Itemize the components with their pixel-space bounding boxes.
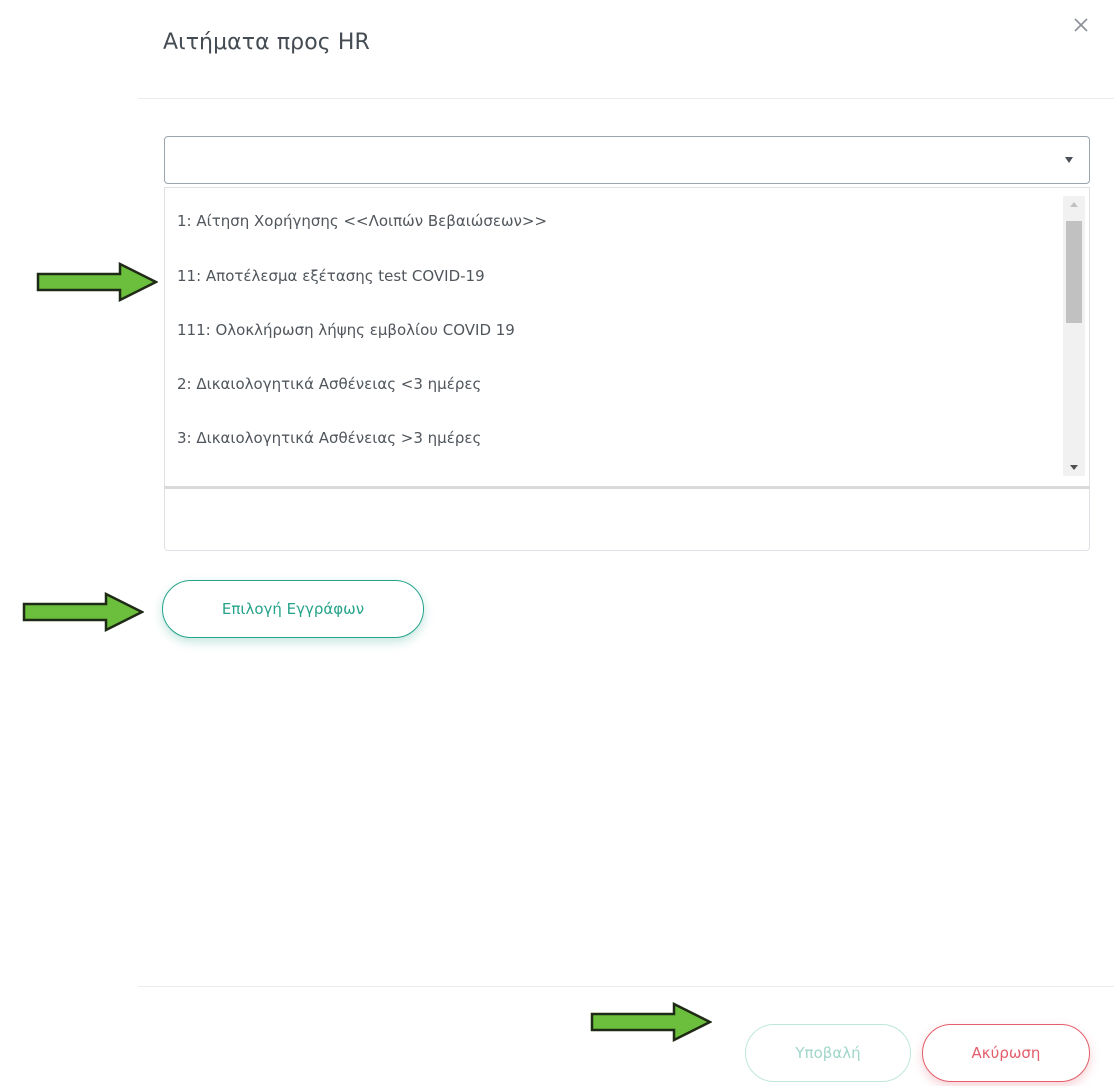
dropdown-scrollbar[interactable]	[1063, 196, 1085, 476]
modal-title: Αιτήματα προς HR	[163, 30, 370, 55]
green-arrow-icon	[590, 1002, 712, 1042]
dropdown-option[interactable]: 11: Αποτέλεσμα εξέτασης test COVID-19	[177, 267, 485, 285]
dropdown-option[interactable]: 1: Αίτηση Χορήγησης <<Λοιπών Βεβαιώσεων>…	[177, 212, 547, 230]
green-arrow-icon	[22, 592, 144, 632]
caret-down-icon[interactable]	[1065, 157, 1073, 163]
select-documents-button[interactable]: Επιλογή Εγγράφων	[162, 580, 424, 638]
scroll-thumb[interactable]	[1066, 221, 1082, 323]
scroll-up-arrow-icon[interactable]	[1070, 202, 1078, 207]
scroll-down-arrow-icon[interactable]	[1070, 465, 1078, 470]
request-type-dropdown: 1: Αίτηση Χορήγησης <<Λοιπών Βεβαιώσεων>…	[164, 187, 1090, 489]
footer-divider	[138, 986, 1114, 987]
header-divider	[138, 98, 1114, 99]
close-button[interactable]	[1068, 12, 1094, 38]
close-icon	[1074, 18, 1088, 32]
cancel-button[interactable]: Ακύρωση	[922, 1024, 1090, 1082]
green-arrow-icon	[36, 262, 158, 302]
dropdown-option[interactable]: 111: Ολοκλήρωση λήψης εμβολίου COVID 19	[177, 321, 515, 339]
dropdown-option[interactable]: 2: Δικαιολογητικά Ασθένειας <3 ημέρες	[177, 375, 481, 393]
request-type-select[interactable]	[164, 136, 1090, 184]
comments-textarea[interactable]	[164, 489, 1090, 551]
dropdown-option[interactable]: 3: Δικαιολογητικά Ασθένειας >3 ημέρες	[177, 429, 481, 447]
hr-requests-modal: Αιτήματα προς HR 1: Αίτηση Χορήγησης <<Λ…	[0, 0, 1114, 1086]
submit-button[interactable]: Υποβαλή	[745, 1024, 911, 1082]
